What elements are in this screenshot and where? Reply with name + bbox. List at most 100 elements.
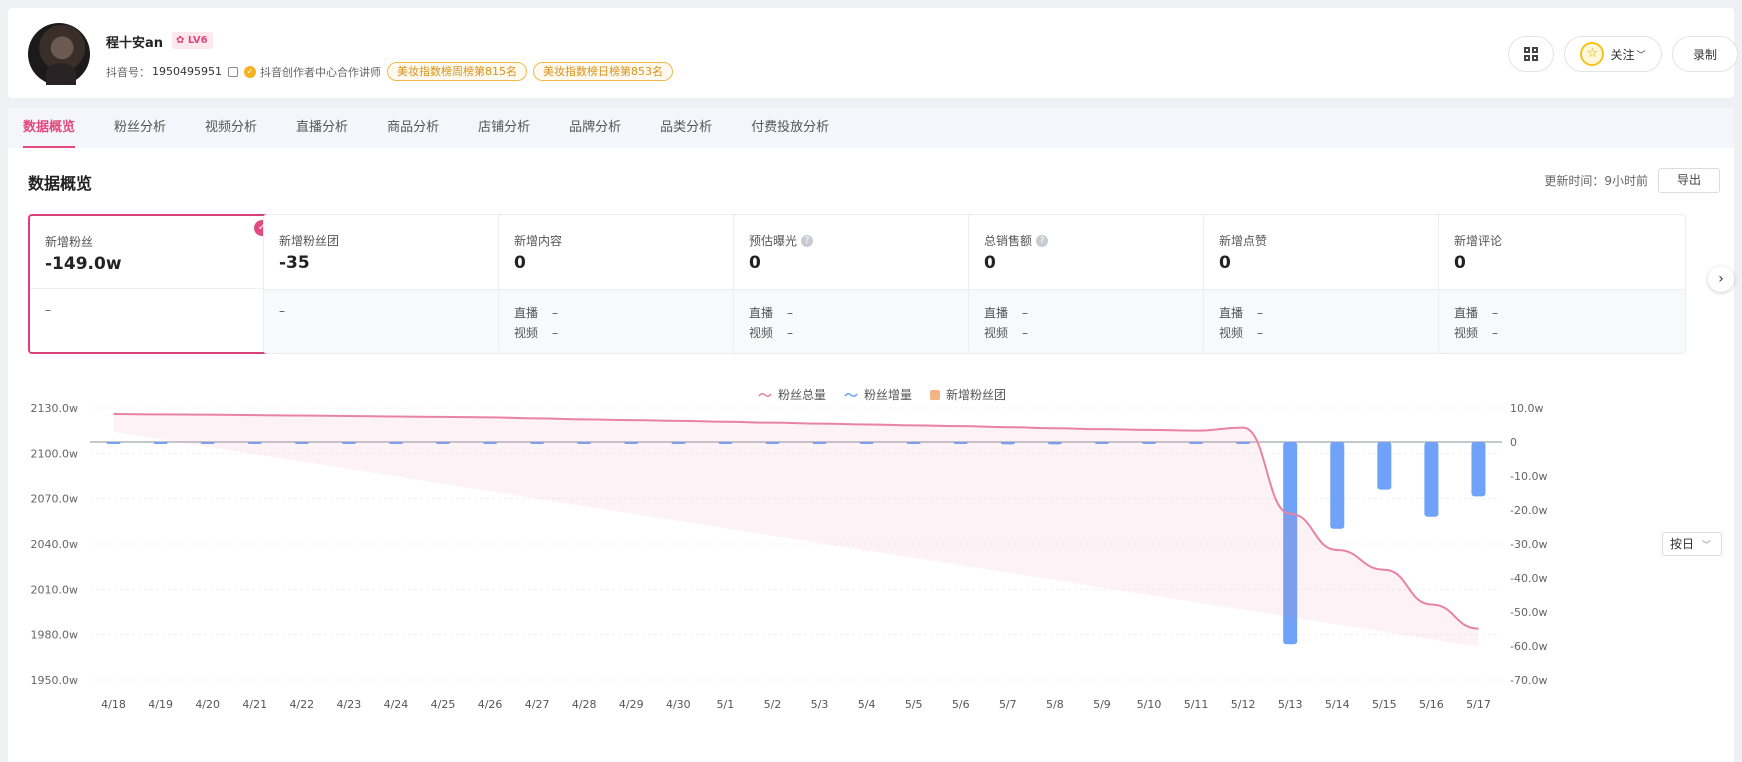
tab-goods[interactable]: 商品分析 xyxy=(372,108,454,148)
update-time: 更新时间：9小时前 xyxy=(1544,172,1648,189)
x-tick-label: 5/3 xyxy=(811,698,829,711)
bar-fans-increment xyxy=(1471,442,1486,497)
tab-fans[interactable]: 粉丝分析 xyxy=(99,108,181,148)
y-tick-label-right: 10.0w xyxy=(1510,402,1544,415)
y-tick-label-right: -70.0w xyxy=(1510,674,1547,687)
rank-day-badge[interactable]: 美妆指数榜日榜第853名 xyxy=(533,62,673,81)
metric-sub-key: 直播 xyxy=(514,306,539,320)
chevron-down-icon: ﹀ xyxy=(1636,50,1646,61)
id-label: 抖音号： xyxy=(106,65,150,79)
metric-card[interactable]: 新增粉丝团 -35 – xyxy=(263,214,511,354)
x-tick-label: 4/20 xyxy=(195,698,220,711)
metric-card[interactable]: 新增点赞 0 直播 – 视频 – xyxy=(1203,214,1451,354)
metric-sub-row: 直播 – xyxy=(1454,304,1498,321)
help-icon[interactable]: ? xyxy=(1036,234,1049,247)
metric-card[interactable]: 预估曝光? 0 直播 – 视频 – xyxy=(733,214,981,354)
metric-sub-value: – xyxy=(552,326,559,340)
y-tick-label-left: 2130.0w xyxy=(31,402,79,415)
metric-empty: – xyxy=(45,303,51,317)
x-tick-label: 5/12 xyxy=(1231,698,1256,711)
y-tick-label-left: 2100.0w xyxy=(31,447,79,460)
metric-breakdown: 直播 – 视频 – xyxy=(734,289,980,353)
x-tick-label: 5/17 xyxy=(1466,698,1491,711)
y-tick-label-right: -30.0w xyxy=(1510,538,1547,551)
tab-paid-ads[interactable]: 付费投放分析 xyxy=(736,108,844,148)
level-label: LV6 xyxy=(187,35,208,46)
metric-value: 0 xyxy=(1219,253,1231,273)
section-title: 数据概览 xyxy=(28,174,93,193)
metric-breakdown: – xyxy=(264,289,510,353)
metric-label-text: 新增内容 xyxy=(514,234,563,248)
metric-sub-row: 视频 – xyxy=(1219,324,1263,341)
metric-sub-key: 直播 xyxy=(749,306,774,320)
x-tick-label: 5/1 xyxy=(717,698,735,711)
metric-sub-value: – xyxy=(1022,326,1029,340)
metric-label: 新增评论 xyxy=(1454,232,1502,249)
metric-breakdown: 直播 – 视频 – xyxy=(1439,289,1685,353)
x-tick-label: 5/10 xyxy=(1137,698,1162,711)
x-tick-label: 5/5 xyxy=(905,698,923,711)
follow-button[interactable]: ☆ 关注 ﹀ xyxy=(1564,36,1662,72)
verified-icon: ✓ xyxy=(244,65,256,78)
bar-fans-increment xyxy=(1424,442,1439,517)
y-tick-label-right: -60.0w xyxy=(1510,640,1547,653)
tab-live[interactable]: 直播分析 xyxy=(281,108,363,148)
verified-text: 抖音创作者中心合作讲师 xyxy=(260,65,381,79)
metric-label: 新增内容 xyxy=(514,232,562,249)
tab-brand[interactable]: 品牌分析 xyxy=(554,108,636,148)
metric-value: -149.0w xyxy=(45,254,122,274)
metric-label: 新增点赞 xyxy=(1219,232,1267,249)
metric-card[interactable]: 总销售额? 0 直播 – 视频 – xyxy=(968,214,1216,354)
x-tick-label: 4/19 xyxy=(148,698,173,711)
qrcode-icon xyxy=(1524,47,1538,61)
profile-meta: 抖音号： 1950495951 ✓ 抖音创作者中心合作讲师 美妆指数榜周榜第81… xyxy=(106,62,673,81)
metric-value: 0 xyxy=(984,253,996,273)
metric-label-text: 新增粉丝 xyxy=(45,235,94,249)
profile-header: 程十安an ✿ LV6 抖音号： 1950495951 ✓ 抖音创作者中心合作讲… xyxy=(8,8,1738,98)
y-tick-label-right: -50.0w xyxy=(1510,606,1547,619)
metric-card[interactable]: 新增评论 0 直播 – 视频 – xyxy=(1438,214,1686,354)
metric-breakdown: – xyxy=(30,288,274,352)
metric-sub-key: 视频 xyxy=(984,326,1009,340)
metric-label-text: 新增粉丝团 xyxy=(279,234,340,248)
x-tick-label: 4/26 xyxy=(478,698,503,711)
x-tick-label: 5/2 xyxy=(764,698,782,711)
y-tick-label-left: 2070.0w xyxy=(31,493,79,506)
metric-sub-value: – xyxy=(787,326,794,340)
export-button[interactable]: 导出 xyxy=(1658,168,1720,193)
metric-sub-row: 直播 – xyxy=(749,304,793,321)
avatar[interactable] xyxy=(28,23,90,85)
metric-sub-value: – xyxy=(1492,306,1499,320)
metric-sub-value: – xyxy=(787,306,794,320)
metric-card[interactable]: 新增内容 0 直播 – 视频 – xyxy=(498,214,746,354)
metric-breakdown: 直播 – 视频 – xyxy=(499,289,745,353)
x-tick-label: 5/4 xyxy=(858,698,876,711)
metric-label-text: 总销售额 xyxy=(984,234,1033,248)
tab-shop[interactable]: 店铺分析 xyxy=(463,108,545,148)
chevron-right-icon[interactable]: › xyxy=(1708,266,1734,292)
qrcode-button[interactable] xyxy=(1508,36,1554,72)
level-icon: ✿ xyxy=(176,35,185,46)
metric-sub-row: 视频 – xyxy=(984,324,1028,341)
x-tick-label: 4/24 xyxy=(384,698,409,711)
x-tick-label: 5/7 xyxy=(999,698,1017,711)
metric-card[interactable]: 新增粉丝 -149.0w – ✓ xyxy=(28,214,276,354)
x-tick-label: 4/25 xyxy=(431,698,456,711)
record-button[interactable]: 录制 xyxy=(1672,36,1738,72)
x-tick-label: 5/9 xyxy=(1093,698,1111,711)
bar-fans-increment xyxy=(1330,442,1345,529)
fans-chart: 粉丝总量 粉丝增量 新增粉丝团 按日 ﹀ 1950.0w 1980.0w 2010.… xyxy=(8,374,1734,762)
metric-sub-key: 视频 xyxy=(1454,326,1479,340)
metric-value: 0 xyxy=(514,253,526,273)
tab-category[interactable]: 品类分析 xyxy=(645,108,727,148)
copy-icon[interactable] xyxy=(228,66,238,77)
tab-overview[interactable]: 数据概览 xyxy=(8,108,90,148)
x-tick-label: 5/8 xyxy=(1046,698,1064,711)
x-tick-label: 5/13 xyxy=(1278,698,1303,711)
help-icon[interactable]: ? xyxy=(801,234,814,247)
metric-value: 0 xyxy=(1454,253,1466,273)
x-tick-label: 4/18 xyxy=(101,698,126,711)
rank-week-badge[interactable]: 美妆指数榜周榜第815名 xyxy=(387,62,527,81)
tab-video[interactable]: 视频分析 xyxy=(190,108,272,148)
metric-sub-value: – xyxy=(1492,326,1499,340)
